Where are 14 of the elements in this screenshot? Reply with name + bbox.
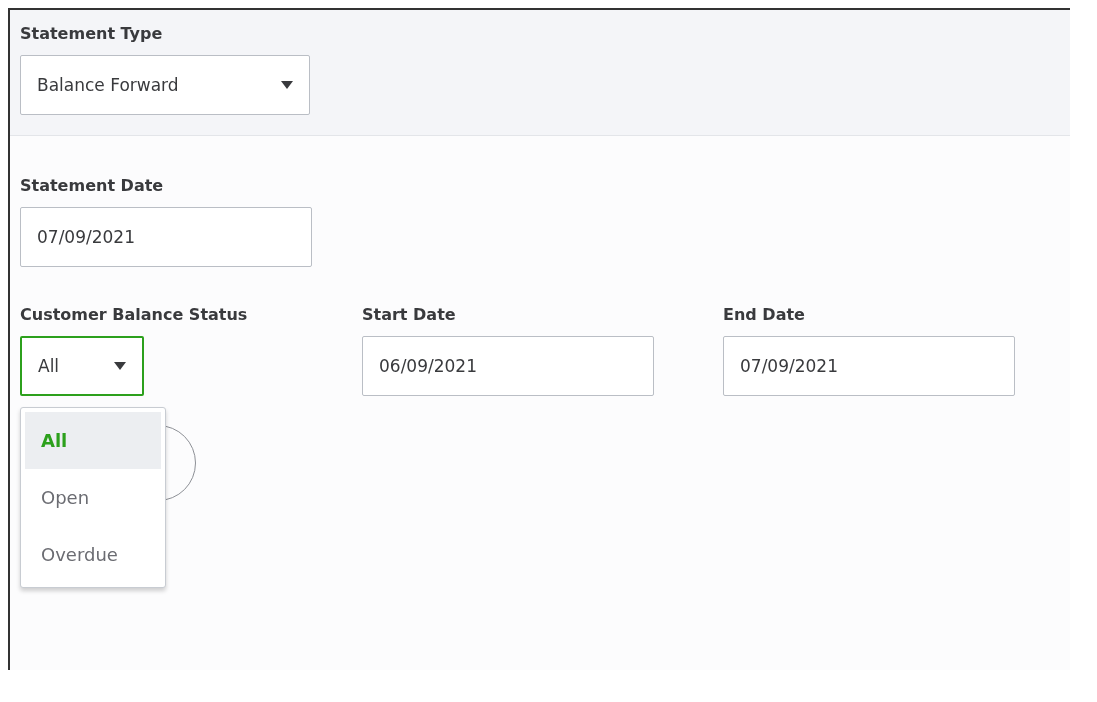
caret-icon: [281, 81, 293, 89]
status-select[interactable]: All: [20, 336, 144, 396]
caret-icon: [114, 362, 126, 370]
field-label: Statement Type: [20, 24, 164, 43]
field-label: Start Date: [362, 305, 457, 324]
statement-type-select[interactable]: Balance Forward: [20, 55, 310, 115]
field-label: End Date: [723, 305, 806, 324]
date-field[interactable]: 07/09/2021: [20, 207, 312, 267]
date-field[interactable]: 06/09/2021: [362, 336, 654, 396]
menu-item[interactable]: Overdue: [25, 526, 161, 583]
field-label: Customer Balance Status: [20, 305, 249, 324]
menu-item[interactable]: Open: [25, 469, 161, 526]
date-field[interactable]: 07/09/2021: [723, 336, 1015, 396]
field-label: Statement Date: [20, 176, 165, 195]
